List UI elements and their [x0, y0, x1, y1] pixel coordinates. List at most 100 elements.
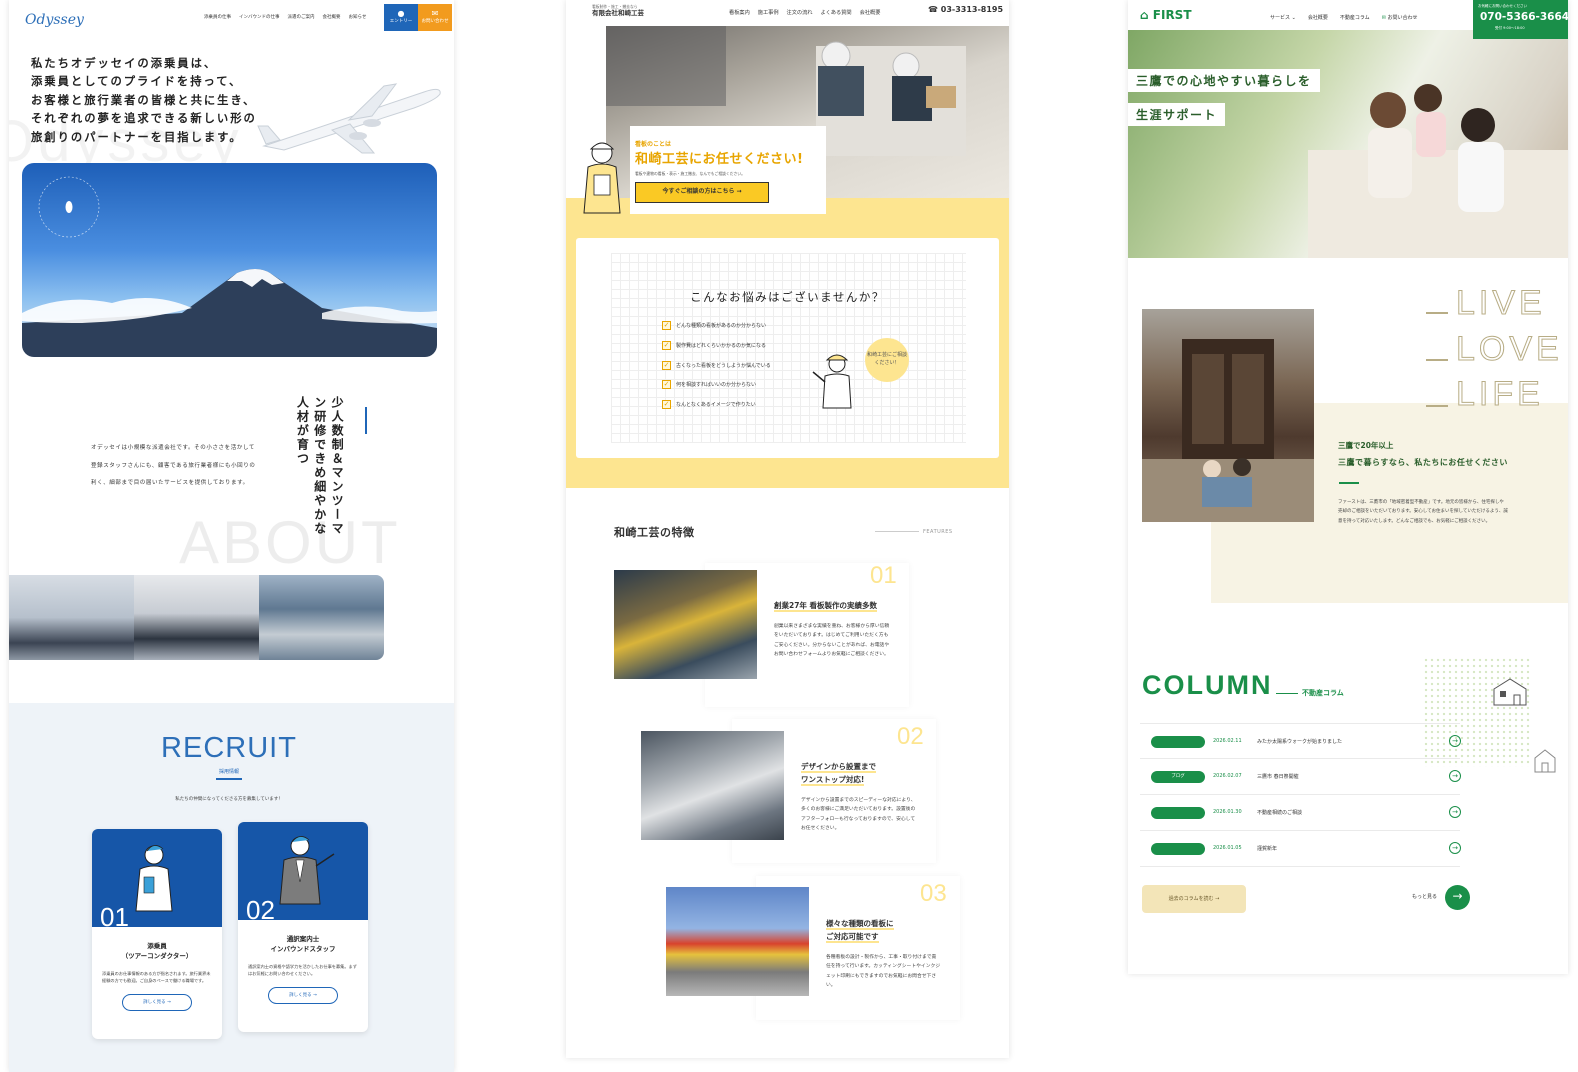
recruit-subtitle: 採用情報	[218, 769, 239, 775]
about-vertical-heading: 少人数制＆マンツーマン研修できめ細やかな人材が育つ	[295, 396, 345, 536]
odyssey-site: Odyssey 添乗員の仕事 インバウンドの仕事 派遣のご案内 会社概要 お知ら…	[9, 0, 454, 1072]
arrow-right-icon: →	[1449, 770, 1461, 782]
nav-item-works[interactable]: 施工事例	[758, 9, 779, 16]
nav-item-dispatch[interactable]: 派遣のご案内	[288, 14, 315, 20]
category-pill	[1151, 736, 1205, 748]
column-row[interactable]: 2026.01.05 謹賀新年 →	[1140, 831, 1461, 867]
nav-item-flow[interactable]: 注文の流れ	[787, 9, 813, 16]
hero-line: 旅創りのパートナーを目指します。	[31, 130, 243, 144]
nav-item-company[interactable]: 会社概要	[860, 9, 881, 16]
recruit-underline	[216, 778, 242, 780]
arrow-right-icon: →	[167, 1000, 171, 1006]
feature-title-text: 様々な種類の看板に ご対応可能です	[826, 919, 894, 944]
wasaki-nav: 看板案内 施工事例 注文の流れ よくある質問 会社概要	[729, 9, 880, 16]
contact-label: お問い合わせ	[421, 19, 449, 24]
phone-note: お気軽にお問い合わせください	[1478, 4, 1527, 8]
arrow-right-icon: →	[1449, 735, 1461, 747]
odyssey-logo[interactable]: Odyssey	[25, 12, 84, 28]
more-button[interactable]: →	[1445, 885, 1470, 910]
arrow-right-icon: →	[1452, 889, 1463, 903]
checkbox-icon: ✓	[662, 341, 671, 350]
checkbox-icon: ✓	[662, 400, 671, 409]
checkbox-icon: ✓	[662, 380, 671, 389]
worry-text: 何を相談すればいいのか分からない	[676, 382, 757, 388]
about-kicker: 三鷹で20年以上	[1338, 441, 1394, 450]
feature-photo	[614, 570, 757, 679]
card-detail-button[interactable]: 詳しく見る →	[268, 987, 338, 1005]
feature-description: 各種看板の設計・製作から、工事・取り付けまで責任を持って行います。カッティングシ…	[826, 955, 941, 989]
recruit-card-tour[interactable]: 01 添乗員 （ツアーコンダクター） 添乗員のお仕事情報のある方が指名されます。…	[92, 829, 222, 1039]
card-description: 添乗員のお仕事情報のある方が指名されます。旅行業界未経験の方でも歓迎。ご自身のペ…	[102, 970, 211, 983]
feature-title-text: デザインから設置まで ワンストップ対応!	[801, 762, 876, 787]
feature-photo	[641, 731, 784, 840]
card-title-line: 添乗員	[147, 942, 167, 950]
consult-button[interactable]: 今すぐご相談の方はこちら →	[635, 182, 769, 203]
phone-number[interactable]: 070-5366-3664	[1480, 11, 1568, 23]
card-detail-button[interactable]: 詳しく見る →	[122, 994, 192, 1012]
more-label: もっと見る	[1412, 894, 1438, 900]
mail-icon: ✉	[1381, 15, 1386, 21]
staff-photo-strip	[9, 575, 384, 660]
column-row[interactable]: 2026.01.30 不動産相続のご相談 →	[1140, 795, 1461, 831]
cta-kicker: 看板のことは	[635, 141, 672, 148]
feature-title: 創業27年 看板製作の実績多数	[774, 599, 878, 612]
life-text: LIFE	[1456, 375, 1544, 414]
arrow-right-icon: →	[313, 993, 317, 999]
worry-title: こんなお悩みはございませんか？	[690, 290, 885, 304]
feature-title-text: 創業27年 看板製作の実績多数	[774, 601, 878, 612]
chevron-down-icon: ⌄	[1291, 15, 1296, 21]
phone-number[interactable]: ☎ 03-3313-8195	[928, 5, 1003, 14]
feature-number: 01	[870, 562, 897, 589]
nav-item-inbound[interactable]: インバウンドの仕事	[239, 14, 280, 20]
column-title-line	[1276, 693, 1298, 694]
staff-photo	[134, 575, 259, 660]
nav-item-news[interactable]: お知らせ	[349, 14, 367, 20]
hero-line: それぞれの夢を追求できる新しい形の	[31, 112, 257, 126]
column-title: COLUMN	[1142, 670, 1273, 700]
card-illustration: 02	[238, 822, 368, 925]
mount-fuji-photo	[22, 163, 437, 357]
worry-item: ✓ 製作費はどれくらいかかるのか気になる	[662, 341, 766, 350]
worry-item: ✓ 何を相談すればいいのか分からない	[662, 380, 756, 389]
live-line	[1426, 312, 1448, 314]
past-columns-button[interactable]: 過去のコラムを読む →	[1142, 885, 1246, 913]
airplane-image	[257, 83, 441, 154]
staff-photo	[9, 575, 134, 660]
hero-line: お客様と旅行業者の皆様と共に生き、	[31, 93, 257, 107]
category-pill: ブログ	[1151, 771, 1205, 783]
nav-item-signs[interactable]: 看板案内	[729, 9, 750, 16]
nav-item-column[interactable]: 不動産コラム	[1340, 14, 1370, 21]
column-row[interactable]: ブログ 2026.02.07 三鷹市 春日祭開催 →	[1140, 759, 1461, 795]
nav-item-faq[interactable]: よくある質問	[820, 9, 851, 16]
worry-text: 製作費はどれくらいかかるのか気になる	[676, 343, 767, 349]
worker-pointing-illustration	[812, 354, 852, 409]
category-pill	[1151, 843, 1205, 855]
worry-item: ✓ 古くなった看板をどうしようか悩んでいる	[662, 361, 771, 370]
wasaki-logo[interactable]: 看板制作・施工・撤去なら 有限会社和崎工芸	[592, 4, 644, 17]
nav-label: サービス	[1270, 15, 1291, 21]
column-date: 2026.01.05	[1213, 845, 1242, 851]
phone-text: 03-3313-8195	[940, 5, 1004, 14]
features-label: FEATURES	[923, 529, 953, 535]
column-date: 2026.01.30	[1213, 809, 1242, 815]
recruit-card-inbound[interactable]: 02 通訳案内士 インバウンドスタッフ 通訳案内士の資格や語学力を活かしたお仕事…	[238, 822, 368, 1032]
entry-button[interactable]: ● エントリー	[384, 4, 418, 31]
first-site: ⌂ FIRST サービス ⌄ 会社概要 不動産コラム ✉ お問い合わせ お気軽に…	[1128, 0, 1568, 974]
category-pill	[1151, 807, 1205, 819]
first-logo[interactable]: ⌂ FIRST	[1140, 8, 1192, 22]
logo-text: 有限会社和崎工芸	[592, 8, 644, 17]
checkbox-icon: ✓	[662, 361, 671, 370]
contact-button[interactable]: ✉ お問い合わせ	[418, 4, 452, 31]
nav-item-company[interactable]: 会社概要	[1308, 14, 1328, 21]
about-description: オデッセイは小規模な派遣会社です。その小ささを活かして登録スタッフさんにも、顧客…	[91, 445, 256, 487]
feature-title: デザインから設置まで ワンストップ対応!	[801, 760, 876, 787]
family-illustration	[1308, 84, 1568, 258]
nav-item-service[interactable]: サービス ⌄	[1270, 14, 1296, 21]
nav-label: お問い合わせ	[1387, 15, 1418, 21]
nav-item-tour[interactable]: 添乗員の仕事	[204, 14, 231, 20]
nav-item-contact[interactable]: ✉ お問い合わせ	[1382, 14, 1418, 21]
column-row[interactable]: 2026.02.11 みたか太陽系ウォークが始まりました →	[1140, 723, 1461, 759]
about-ghost-text: ABOUT	[179, 509, 401, 576]
nav-item-company[interactable]: 会社概要	[323, 14, 341, 20]
recruit-title: RECRUIT	[161, 732, 297, 764]
